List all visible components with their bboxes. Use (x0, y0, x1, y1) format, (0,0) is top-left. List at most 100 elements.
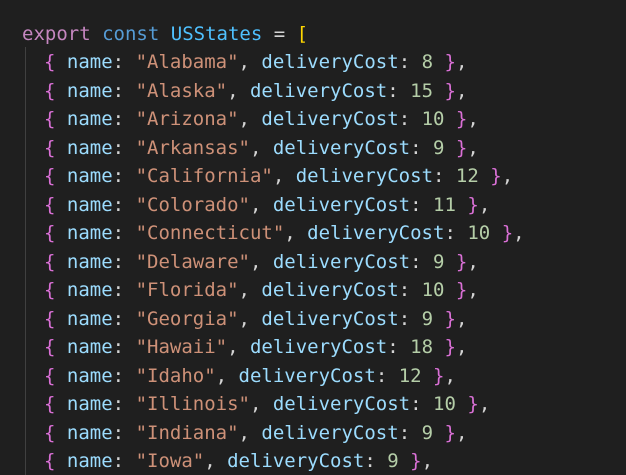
close-brace: } (467, 193, 479, 216)
code-line-state[interactable]: { name: "Arizona", deliveryCost: 10 }, (22, 105, 479, 133)
name-property: name (66, 222, 113, 244)
close-brace: } (433, 364, 445, 387)
close-brace: } (467, 393, 479, 415)
code-line-state[interactable]: { name: "Idaho", deliveryCost: 12 }, (22, 362, 456, 390)
state-name-string: "Iowa" (135, 450, 205, 472)
name-property: name (66, 79, 113, 102)
delivery-cost-property: deliveryCost (249, 336, 388, 358)
open-brace: { (44, 279, 56, 301)
variable-name: USStates (170, 23, 263, 45)
close-brace: } (455, 108, 468, 130)
code-editor[interactable]: export const USStates = [ { name: "Alaba… (0, 0, 626, 475)
code-line-state[interactable]: { name: "Iowa", deliveryCost: 9 }, (22, 447, 433, 475)
delivery-cost-property: deliveryCost (249, 79, 388, 102)
open-brace: { (44, 250, 56, 273)
delivery-cost-value: 10 (421, 279, 445, 301)
delivery-cost-value: 18 (410, 336, 434, 358)
delivery-cost-property: deliveryCost (272, 136, 411, 159)
name-property: name (66, 51, 113, 73)
name-property: name (66, 279, 113, 301)
name-property: name (66, 336, 113, 358)
state-name-string: "Colorado" (135, 193, 250, 216)
close-brace: } (455, 279, 468, 301)
open-bracket: [ (296, 23, 309, 45)
delivery-cost-property: deliveryCost (272, 193, 411, 216)
close-brace: } (444, 336, 456, 358)
open-brace: { (44, 51, 56, 73)
delivery-cost-value: 10 (467, 222, 491, 244)
code-line-state[interactable]: { name: "California", deliveryCost: 12 }… (22, 162, 513, 190)
name-property: name (66, 450, 113, 472)
name-property: name (66, 421, 113, 444)
code-line-state[interactable]: { name: "Delaware", deliveryCost: 9 }, (22, 248, 479, 276)
name-property: name (66, 136, 113, 159)
export-keyword: export (22, 23, 91, 45)
state-name-string: "Idaho" (135, 364, 216, 387)
delivery-cost-property: deliveryCost (227, 450, 365, 472)
open-brace: { (44, 79, 56, 102)
delivery-cost-property: deliveryCost (272, 393, 411, 415)
open-brace: { (44, 364, 56, 387)
close-brace: } (490, 165, 502, 187)
delivery-cost-value: 9 (421, 307, 434, 330)
delivery-cost-value: 8 (421, 51, 434, 73)
state-name-string: "Hawaii" (135, 336, 228, 358)
open-brace: { (44, 450, 56, 472)
state-name-string: "Alaska" (135, 79, 228, 102)
delivery-cost-property: deliveryCost (272, 250, 411, 273)
state-name-string: "Arizona" (135, 108, 239, 130)
open-brace: { (44, 421, 56, 444)
code-line-state[interactable]: { name: "Georgia", deliveryCost: 9 }, (22, 305, 467, 333)
state-name-string: "Arkansas" (135, 136, 250, 159)
delivery-cost-property: deliveryCost (261, 421, 399, 444)
open-brace: { (44, 222, 56, 244)
code-line-state[interactable]: { name: "Indiana", deliveryCost: 9 }, (22, 419, 467, 447)
state-name-string: "Connecticut" (135, 222, 285, 244)
close-brace: } (444, 421, 456, 444)
name-property: name (66, 364, 113, 387)
open-brace: { (44, 307, 56, 330)
close-brace: } (410, 450, 422, 472)
open-brace: { (44, 393, 56, 415)
delivery-cost-value: 9 (387, 450, 399, 472)
delivery-cost-property: deliveryCost (238, 364, 376, 387)
delivery-cost-value: 9 (433, 250, 445, 273)
code-line-state[interactable]: { name: "Hawaii", deliveryCost: 18 }, (22, 333, 467, 361)
state-name-string: "California" (135, 165, 273, 187)
name-property: name (66, 393, 113, 415)
delivery-cost-property: deliveryCost (261, 51, 399, 73)
open-brace: { (44, 336, 56, 358)
close-brace: } (444, 307, 456, 330)
delivery-cost-value: 12 (455, 165, 479, 187)
code-line-state[interactable]: { name: "Alabama", deliveryCost: 8 }, (22, 48, 467, 76)
name-property: name (66, 193, 113, 216)
code-line-state[interactable]: { name: "Arkansas", deliveryCost: 9 }, (22, 134, 479, 162)
close-brace: } (455, 250, 468, 273)
delivery-cost-value: 10 (421, 108, 445, 130)
state-name-string: "Georgia" (135, 307, 239, 330)
const-keyword: const (102, 23, 160, 45)
delivery-cost-value: 9 (433, 136, 445, 159)
name-property: name (66, 108, 113, 130)
code-line-declaration[interactable]: export const USStates = [ (22, 20, 308, 48)
state-name-string: "Illinois" (135, 393, 250, 415)
code-line-state[interactable]: { name: "Illinois", deliveryCost: 10 }, (22, 390, 490, 418)
code-line-state[interactable]: { name: "Connecticut", deliveryCost: 10 … (22, 219, 525, 247)
open-brace: { (44, 136, 56, 159)
delivery-cost-property: deliveryCost (261, 108, 399, 130)
delivery-cost-property: deliveryCost (261, 279, 399, 301)
delivery-cost-value: 11 (433, 193, 456, 216)
name-property: name (66, 307, 113, 330)
code-line-state[interactable]: { name: "Florida", deliveryCost: 10 }, (22, 276, 479, 304)
code-line-state[interactable]: { name: "Colorado", deliveryCost: 11 }, (22, 191, 490, 219)
delivery-cost-property: deliveryCost (295, 165, 434, 187)
open-brace: { (44, 165, 56, 187)
state-name-string: "Alabama" (135, 51, 239, 73)
delivery-cost-value: 15 (410, 79, 434, 102)
state-name-string: "Indiana" (135, 421, 239, 444)
close-brace: } (501, 222, 514, 244)
code-line-state[interactable]: { name: "Alaska", deliveryCost: 15 }, (22, 77, 467, 105)
state-name-string: "Florida" (135, 279, 239, 301)
delivery-cost-property: deliveryCost (307, 222, 445, 244)
close-brace: } (444, 51, 456, 73)
